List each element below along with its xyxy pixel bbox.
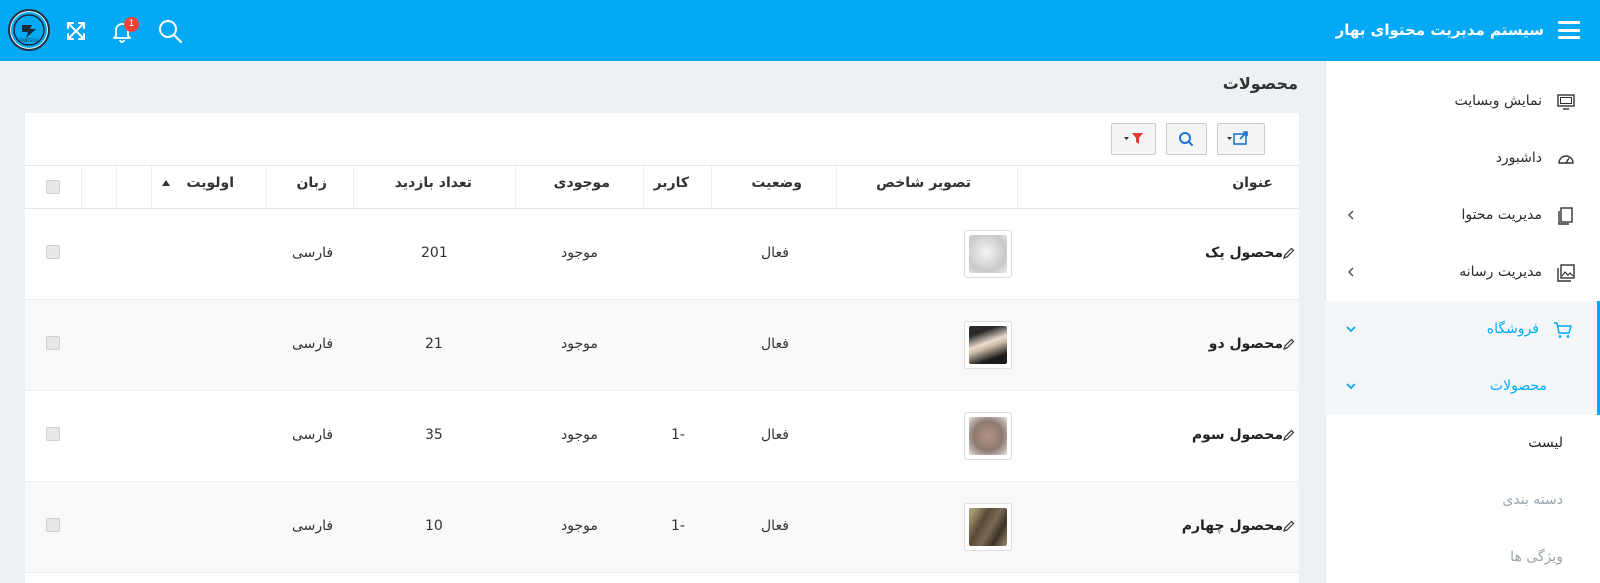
views-cell: 35 xyxy=(425,427,443,443)
user-avatar-logo[interactable]: FANTECH xyxy=(8,9,50,51)
stock-cell: موجود xyxy=(561,427,598,443)
stock-cell: موجود xyxy=(561,245,598,261)
row-checkbox[interactable] xyxy=(46,518,60,532)
edit-pencil-icon[interactable] xyxy=(1283,247,1295,259)
search-icon[interactable] xyxy=(156,17,184,45)
product-title[interactable]: محصول سوم xyxy=(1192,391,1295,482)
sort-asc-icon xyxy=(162,180,170,186)
language-cell: فارسی xyxy=(292,245,334,261)
product-thumbnail[interactable] xyxy=(964,321,1012,369)
product-thumbnail[interactable] xyxy=(964,230,1012,278)
sidebar-item-dashboard[interactable]: داشبورد xyxy=(1325,130,1600,187)
product-thumbnail[interactable] xyxy=(964,503,1012,551)
column-header-action-1 xyxy=(116,166,151,209)
sidebar-subitem-label: لیست xyxy=(1528,435,1563,451)
column-header-select-all xyxy=(25,166,81,209)
sidebar-item-label: داشبورد xyxy=(1495,150,1542,166)
sidebar-item-label: محصولات xyxy=(1489,378,1547,394)
filter-icon xyxy=(1124,133,1143,144)
views-cell: 10 xyxy=(425,518,443,534)
sidebar-item-content-management[interactable]: مدیریت محتوا xyxy=(1325,187,1600,244)
chevron-left-icon xyxy=(1347,267,1354,277)
sidebar-subitem-label: ویژگی ها xyxy=(1510,549,1563,565)
sidebar-item-view-website[interactable]: نمایش وبسایت xyxy=(1325,73,1600,130)
product-title[interactable]: محصول چهارم xyxy=(1182,482,1295,573)
sidebar-item-label: مدیریت رسانه xyxy=(1459,264,1542,280)
sidebar-subitem-label: دسته بندی xyxy=(1502,492,1563,508)
sidebar-item-label: نمایش وبسایت xyxy=(1454,93,1542,109)
stock-cell: موجود xyxy=(561,518,598,534)
share-export-icon xyxy=(1227,131,1248,145)
column-header-priority[interactable]: اولویت xyxy=(151,166,266,209)
product-title[interactable]: محصول دو xyxy=(1209,300,1295,391)
edit-pencil-icon[interactable] xyxy=(1283,338,1295,350)
edit-pencil-icon[interactable] xyxy=(1283,520,1295,532)
chevron-down-icon xyxy=(1346,383,1356,390)
export-dropdown-button[interactable] xyxy=(1217,123,1265,155)
column-header-language[interactable]: زبان xyxy=(266,166,353,209)
language-cell: فارسی xyxy=(292,427,334,443)
fullscreen-icon[interactable] xyxy=(62,17,90,45)
user-cell: -1 xyxy=(671,518,685,534)
sidebar-subitem-categories[interactable]: دسته بندی xyxy=(1325,472,1600,529)
product-title[interactable]: محصول یک xyxy=(1205,209,1295,300)
stock-cell: موجود xyxy=(561,336,598,352)
search-toggle-button[interactable] xyxy=(1166,123,1207,155)
product-thumbnail[interactable] xyxy=(964,412,1012,460)
top-navbar: FANTECH 1 سیستم مدیریت محتوای بهار xyxy=(0,0,1600,61)
app-brand-title[interactable]: سیستم مدیریت محتوای بهار xyxy=(1336,0,1544,61)
cart-icon xyxy=(1554,322,1572,338)
row-checkbox[interactable] xyxy=(46,427,60,441)
language-cell: فارسی xyxy=(292,336,334,352)
table-row[interactable]: محصول دو فعال موجود 21 فارسی xyxy=(25,300,1299,391)
views-cell: 201 xyxy=(421,245,448,261)
menu-hamburger-icon[interactable] xyxy=(1558,21,1580,39)
edit-pencil-icon[interactable] xyxy=(1283,429,1295,441)
status-cell: فعال xyxy=(761,336,789,352)
column-header-stock[interactable]: موجودی xyxy=(515,166,643,209)
search-icon xyxy=(1179,132,1193,146)
sidebar-subitem-list[interactable]: لیست xyxy=(1325,415,1600,472)
filter-dropdown-button[interactable] xyxy=(1111,123,1156,155)
documents-icon xyxy=(1558,207,1573,225)
image-gallery-icon xyxy=(1557,264,1575,282)
dashboard-gauge-icon xyxy=(1558,155,1574,164)
fantech-logo-icon: FANTECH xyxy=(13,14,45,46)
products-table-card: عنوان تصویر شاخص وضعیت کاربر موجودی تعدا… xyxy=(25,113,1299,583)
column-header-views[interactable]: تعداد بازدید xyxy=(353,166,515,209)
sidebar-item-label: فروشگاه xyxy=(1486,321,1539,337)
logo-text: FANTECH xyxy=(20,38,38,43)
column-header-title[interactable]: عنوان xyxy=(1017,166,1299,209)
sidebar-item-media-management[interactable]: مدیریت رسانه xyxy=(1325,244,1600,301)
column-header-user[interactable]: کاربر xyxy=(643,166,711,209)
status-cell: فعال xyxy=(761,245,789,261)
sidebar-subitem-attributes[interactable]: ویژگی ها xyxy=(1325,529,1600,583)
table-row[interactable]: محصول چهارم فعال -1 موجود 10 فارسی xyxy=(25,482,1299,573)
select-all-checkbox[interactable] xyxy=(46,180,60,194)
monitor-icon xyxy=(1557,94,1575,110)
page-title: محصولات xyxy=(1222,74,1298,93)
column-header-image[interactable]: تصویر شاخص xyxy=(836,166,1017,209)
chevron-down-icon xyxy=(1346,326,1356,333)
notification-count-badge: 1 xyxy=(124,17,139,32)
chevron-left-icon xyxy=(1347,210,1354,220)
language-cell: فارسی xyxy=(292,518,334,534)
table-header: عنوان تصویر شاخص وضعیت کاربر موجودی تعدا… xyxy=(25,165,1299,209)
row-checkbox[interactable] xyxy=(46,245,60,259)
row-checkbox[interactable] xyxy=(46,336,60,350)
table-row[interactable]: محصول سوم فعال -1 موجود 35 فارسی xyxy=(25,391,1299,482)
column-header-action-2 xyxy=(81,166,116,209)
sidebar-item-shop[interactable]: فروشگاه xyxy=(1325,301,1600,358)
sidebar: نمایش وبسایت داشبورد مدیریت محتوا مدیریت… xyxy=(1325,61,1600,583)
status-cell: فعال xyxy=(761,427,789,443)
sidebar-item-products[interactable]: محصولات xyxy=(1325,358,1600,415)
table-row[interactable]: محصول یک فعال موجود 201 فارسی xyxy=(25,209,1299,300)
views-cell: 21 xyxy=(425,336,443,352)
user-cell: -1 xyxy=(671,427,685,443)
sidebar-item-label: مدیریت محتوا xyxy=(1461,207,1542,223)
status-cell: فعال xyxy=(761,518,789,534)
column-header-status[interactable]: وضعیت xyxy=(711,166,836,209)
